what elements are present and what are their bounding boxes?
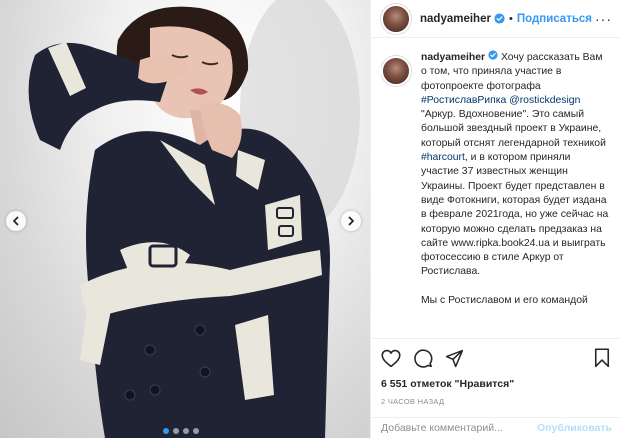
caption-text-segment: "Аркур. Вдохновение". Это самый большой …: [421, 109, 606, 149]
publish-button[interactable]: Опубликовать: [537, 422, 612, 434]
caption-scroll-area[interactable]: nadyameiher Хочу рассказать Вам о том, ч…: [381, 50, 610, 336]
chevron-right-icon: [348, 216, 354, 226]
caption-avatar[interactable]: [381, 56, 411, 86]
caption-link[interactable]: #РостиславРипка: [421, 95, 506, 106]
bookmark-icon[interactable]: [594, 348, 610, 368]
carousel-indicator: [163, 428, 199, 434]
post-header: nadyameiher • Подписаться ···: [371, 0, 620, 38]
verified-badge-icon: [494, 13, 505, 24]
avatar[interactable]: [381, 3, 411, 34]
carousel-dot: [173, 428, 179, 434]
heart-icon[interactable]: [381, 349, 401, 368]
username-link[interactable]: nadyameiher: [420, 13, 491, 25]
header-separator: •: [508, 12, 513, 25]
carousel-dot: [193, 428, 199, 434]
share-icon[interactable]: [445, 349, 464, 368]
carousel-dot: [163, 428, 169, 434]
caption-text-segment: , и в котором приняли участие 37 известн…: [421, 152, 609, 307]
follow-button[interactable]: Подписаться: [517, 13, 592, 25]
action-bar: 6 551 отметок "Нравится" 2 часов назад: [371, 338, 620, 406]
caption-username[interactable]: nadyameiher: [421, 52, 485, 63]
comment-icon[interactable]: [413, 348, 433, 368]
caption-body: Хочу рассказать Вам о том, что приняла у…: [421, 52, 610, 306]
caption-text: nadyameiher Хочу рассказать Вам о том, ч…: [421, 50, 610, 308]
comment-form: Опубликовать: [371, 417, 620, 438]
comment-input[interactable]: [381, 422, 538, 434]
action-icons: [381, 347, 610, 369]
carousel-dot: [183, 428, 189, 434]
carousel-next-button[interactable]: [341, 211, 361, 231]
caption-link[interactable]: @rostickdesign: [509, 95, 580, 106]
caption-link[interactable]: #harcourt: [421, 152, 465, 163]
post-timestamp[interactable]: 2 часов назад: [381, 397, 610, 406]
chevron-left-icon: [13, 216, 19, 226]
more-options-button[interactable]: ···: [595, 11, 612, 27]
post-sidebar: nadyameiher • Подписаться ··· nadyameihe…: [370, 0, 620, 438]
photo-illustration: [28, 0, 360, 438]
post-photo[interactable]: [0, 0, 370, 438]
instagram-post: nadyameiher • Подписаться ··· nadyameihe…: [0, 0, 620, 438]
verified-badge-icon: [488, 50, 498, 60]
caption-row: nadyameiher Хочу рассказать Вам о том, ч…: [381, 50, 610, 308]
carousel-prev-button[interactable]: [6, 211, 26, 231]
likes-count[interactable]: 6 551 отметок "Нравится": [381, 378, 610, 390]
